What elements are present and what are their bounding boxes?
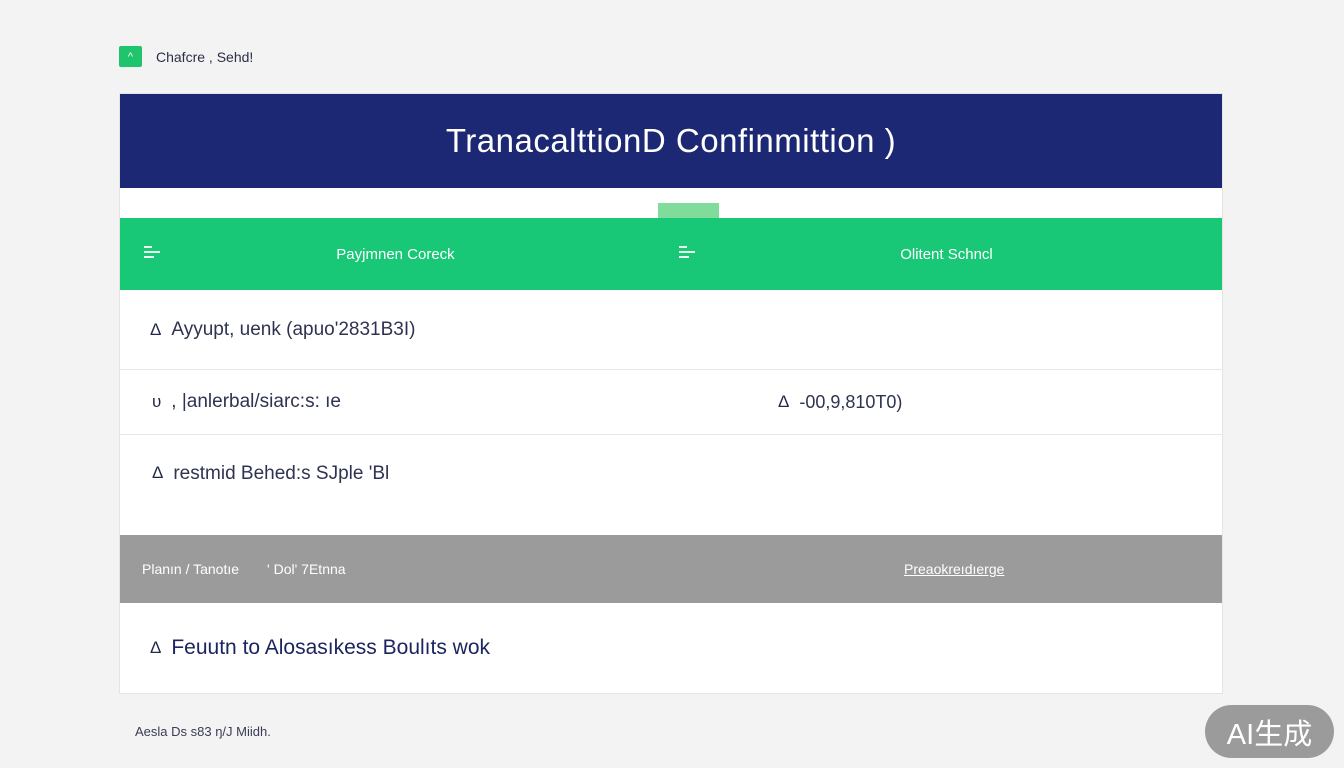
active-tab-indicator <box>658 203 719 218</box>
client-schedule-label: Olitent Schncl <box>900 245 993 263</box>
top-status-badge: ^ Chafcre , Sehd! <box>119 46 253 67</box>
menu-icon[interactable] <box>679 246 695 258</box>
triangle-icon: υ <box>152 392 162 411</box>
detail-row: Δ restmid Behed:s SJple 'Bl <box>120 435 1222 535</box>
triangle-icon: Δ <box>152 463 164 482</box>
return-link-row[interactable]: Δ Feuutn to Alosasıkess Boulıts wok <box>120 603 1222 693</box>
amount-text: -00,9,810Τ0) <box>799 391 903 412</box>
triangle-icon: Δ <box>778 392 790 411</box>
menu-icon[interactable] <box>144 246 160 258</box>
page-header: TranacalttionD Confinmittion ) <box>120 94 1222 188</box>
action-bar-left: Planın / Tanotıe ' Dol' 7Etnna <box>142 535 346 603</box>
header-spacer <box>120 188 1222 218</box>
client-schedule-tab[interactable]: Olitent Schncl <box>671 218 1222 290</box>
payment-check-label: Payjmnen Coreck <box>336 245 455 263</box>
chevron-up-icon: ^ <box>119 46 142 67</box>
plan-tanote-label[interactable]: Planın / Tanotıe <box>142 561 239 577</box>
payment-check-tab[interactable]: Payjmnen Coreck <box>120 218 671 290</box>
return-link[interactable]: Feuutn to Alosasıkess Boulıts wok <box>171 636 490 660</box>
top-badge-label: Chafcre , Sehd! <box>156 48 254 65</box>
footer-note: Aesla Ds s83 ŋ/J Miidh. <box>135 724 271 739</box>
detail-row-text: restmid Behed:s SJple 'Bl <box>173 463 390 484</box>
summary-bar: Payjmnen Coreck Olitent Schncl <box>120 218 1222 290</box>
page-title: TranacalttionD Confinmittion ) <box>445 122 897 159</box>
detail-row-text: Ayyupt, uenk (apuo'2831Β3Ι) <box>171 318 416 340</box>
transaction-card: TranacalttionD Confinmittion ) Payjmnen … <box>119 93 1223 694</box>
triangle-icon: Δ <box>150 319 162 339</box>
amount-value: Δ -00,9,810Τ0) <box>778 370 902 434</box>
triangle-icon: Δ <box>150 638 162 657</box>
preauthorize-link[interactable]: Preaokreıdıerge <box>904 535 1004 603</box>
detail-row-text: , |anlerbal/siarc:s: ıe <box>171 391 341 412</box>
detail-row: υ , |anlerbal/siarc:s: ıe Δ -00,9,810Τ0) <box>120 370 1222 435</box>
action-bar: Planın / Tanotıe ' Dol' 7Etnna Preaokreı… <box>120 535 1222 603</box>
detail-row: Δ Ayyupt, uenk (apuo'2831Β3Ι) <box>120 290 1222 370</box>
ai-generated-watermark: AI生成 <box>1205 705 1334 758</box>
dol-label[interactable]: ' Dol' 7Etnna <box>267 561 346 577</box>
